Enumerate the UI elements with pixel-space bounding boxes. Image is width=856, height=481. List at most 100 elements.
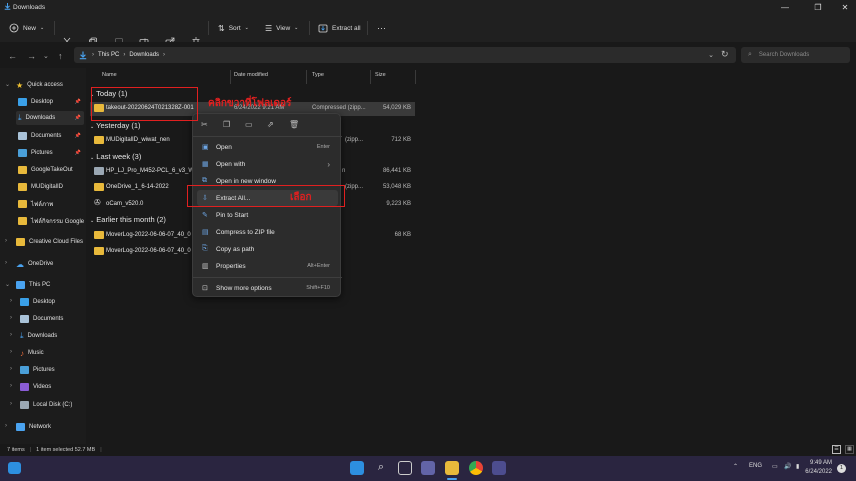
sidebar-item-onedrive[interactable]: ☁ OneDrive	[16, 257, 53, 271]
breadcrumb-separator-icon: ›	[123, 52, 126, 58]
widgets-icon[interactable]	[8, 462, 21, 474]
menu-label: Open	[216, 143, 232, 151]
expand-chevron-icon[interactable]: ⌄	[5, 281, 10, 288]
expand-chevron-icon[interactable]: ⌄	[5, 81, 10, 88]
collapse-chevron-icon[interactable]: ›	[10, 401, 12, 407]
menu-item-properties[interactable]: ▥ Properties Alt+Enter	[197, 258, 338, 274]
snipping-tool-icon[interactable]	[492, 461, 506, 475]
start-windows-icon[interactable]	[350, 461, 364, 475]
copy-icon[interactable]: ❐	[223, 120, 233, 130]
language-indicator[interactable]: ENG	[749, 463, 762, 469]
sort-button[interactable]: ⇅ Sort ⌄	[218, 20, 249, 36]
minimize-button[interactable]: —	[774, 0, 796, 14]
view-button[interactable]: ☰ View ⌄	[265, 20, 298, 36]
sidebar-item-pictures[interactable]: Pictures 📌	[18, 146, 84, 160]
column-header-type[interactable]: Type	[312, 72, 324, 82]
sidebar-item-network[interactable]: Network	[16, 420, 51, 434]
share-icon[interactable]: ⇗	[267, 120, 277, 130]
sidebar-item-googletakeout[interactable]: GoogleTakeOut	[18, 163, 73, 177]
column-header-date[interactable]: Date modified	[234, 72, 268, 82]
maximize-button[interactable]: ❐	[807, 0, 829, 14]
menu-item-open[interactable]: ▣ Open Enter	[197, 139, 338, 155]
sidebar-item-label: Downloads	[25, 115, 56, 121]
column-header-name[interactable]: Name	[102, 72, 117, 82]
menu-item-compress-zip[interactable]: ▤ Compress to ZIP file	[197, 224, 338, 240]
battery-icon[interactable]: ▮	[796, 463, 799, 470]
context-quick-actions: ✂ ❐ ▭ ⇗ 🗑	[193, 114, 342, 136]
collapse-chevron-icon[interactable]: ›	[5, 423, 7, 429]
display-icon[interactable]: ▭	[772, 463, 778, 470]
menu-item-show-more-options[interactable]: ⊡ Show more options Shift+F10	[197, 280, 338, 296]
collapse-chevron-icon[interactable]: ›	[10, 332, 12, 338]
recent-chevron-icon[interactable]: ⌄	[43, 52, 49, 60]
clock-time[interactable]: 9:49 AM	[806, 460, 832, 466]
folder-icon	[18, 183, 27, 191]
group-header-yesterday[interactable]: ⌄ Yesterday (1)	[90, 121, 141, 130]
notification-badge[interactable]: 1	[837, 464, 846, 473]
sidebar-item-documents[interactable]: Documents 📌	[18, 129, 84, 143]
collapse-chevron-icon[interactable]: ›	[5, 238, 7, 244]
clock-date[interactable]: 6/24/2022	[800, 469, 832, 475]
sidebar-item-downloads[interactable]: ⤓ Downloads 📌	[16, 111, 84, 125]
search-icon[interactable]: ⌕	[374, 461, 388, 475]
extract-all-button[interactable]: Extract all	[318, 20, 361, 36]
forward-arrow-icon[interactable]: →	[27, 51, 36, 61]
sidebar-item-pc-desktop[interactable]: Desktop	[20, 295, 55, 309]
sidebar-item-desktop[interactable]: Desktop 📌	[18, 95, 84, 109]
back-arrow-icon[interactable]: ←	[8, 51, 17, 61]
collapse-chevron-icon[interactable]: ›	[5, 260, 7, 266]
sidebar-item-pc-documents[interactable]: Documents	[20, 312, 63, 326]
chrome-icon[interactable]	[469, 461, 483, 475]
title-bar: Downloads — ❐ ✕	[0, 0, 856, 14]
more-options-button[interactable]: ···	[377, 20, 386, 36]
task-view-icon[interactable]	[398, 461, 412, 475]
details-view-icon[interactable]: ☰	[832, 445, 841, 454]
collapse-chevron-icon[interactable]: ›	[10, 349, 12, 355]
sidebar-item-thai-images[interactable]: ไฟล์ภาพ	[18, 197, 53, 211]
cut-icon[interactable]: ✂	[201, 120, 211, 130]
sidebar-item-label: OneDrive	[28, 261, 54, 267]
open-icon: ▣	[202, 143, 209, 151]
sidebar-item-pc-pictures[interactable]: Pictures	[20, 363, 55, 377]
delete-icon[interactable]: 🗑	[289, 120, 299, 130]
status-bar: 7 items | 1 item selected 52.7 MB | ☰ ▦	[0, 444, 856, 456]
file-explorer-icon[interactable]	[445, 461, 459, 475]
up-arrow-icon[interactable]: ↑	[58, 51, 63, 61]
file-size: 712 KB	[391, 137, 411, 143]
column-header-size[interactable]: Size	[375, 72, 386, 82]
group-header-last-week[interactable]: ⌄ Last week (3)	[90, 152, 141, 161]
file-size: 54,029 KB	[382, 105, 411, 111]
sidebar-item-mudigitalid[interactable]: MUDigitalID	[18, 180, 63, 194]
search-input[interactable]: ⌕ Search Downloads	[741, 47, 850, 63]
teams-chat-icon[interactable]	[421, 461, 435, 475]
menu-item-copy-as-path[interactable]: ⎘ Copy as path	[197, 241, 338, 257]
sidebar-item-label: ไฟล์กิจกรรม Google	[31, 219, 85, 225]
refresh-icon[interactable]: ↻	[721, 49, 729, 60]
sidebar-item-pc-music[interactable]: ♪ Music	[20, 346, 44, 360]
tray-chevron-up-icon[interactable]: ⌃	[733, 463, 738, 470]
sidebar-item-local-disk[interactable]: Local Disk (C:)	[20, 398, 72, 412]
file-name: HP_LJ_Pro_M452-PCL_6_v3_Wi	[106, 168, 196, 174]
collapse-chevron-icon[interactable]: ›	[10, 298, 12, 304]
sidebar-item-thai-google[interactable]: ไฟล์กิจกรรม Google	[18, 214, 84, 228]
menu-item-pin-to-start[interactable]: ✎ Pin to Start	[197, 207, 338, 223]
address-dropdown-icon[interactable]: ⌄	[708, 51, 714, 59]
sidebar-item-creative-cloud[interactable]: Creative Cloud Files	[16, 235, 83, 249]
group-header-earlier[interactable]: ⌄ Earlier this month (2)	[90, 215, 166, 224]
collapse-chevron-icon[interactable]: ›	[10, 315, 12, 321]
menu-item-open-with[interactable]: ▦ Open with ›	[197, 156, 338, 172]
volume-icon[interactable]: 🔊	[784, 463, 791, 470]
collapse-chevron-icon[interactable]: ›	[10, 366, 12, 372]
close-button[interactable]: ✕	[834, 0, 856, 14]
new-button[interactable]: New ⌄	[9, 20, 44, 36]
address-bar[interactable]: › This PC › Downloads › ⌄	[74, 47, 736, 63]
rename-icon[interactable]: ▭	[245, 120, 255, 130]
breadcrumb-this-pc[interactable]: This PC	[98, 52, 119, 58]
breadcrumb-downloads[interactable]: Downloads	[129, 52, 159, 58]
sidebar-quick-access[interactable]: ★ Quick access	[16, 78, 63, 92]
tiles-view-icon[interactable]: ▦	[845, 445, 854, 454]
collapse-chevron-icon[interactable]: ›	[10, 383, 12, 389]
sidebar-item-pc-downloads[interactable]: ⤓ Downloads	[20, 329, 57, 343]
sidebar-item-pc-videos[interactable]: Videos	[20, 380, 51, 394]
sidebar-item-this-pc[interactable]: This PC	[16, 278, 50, 292]
